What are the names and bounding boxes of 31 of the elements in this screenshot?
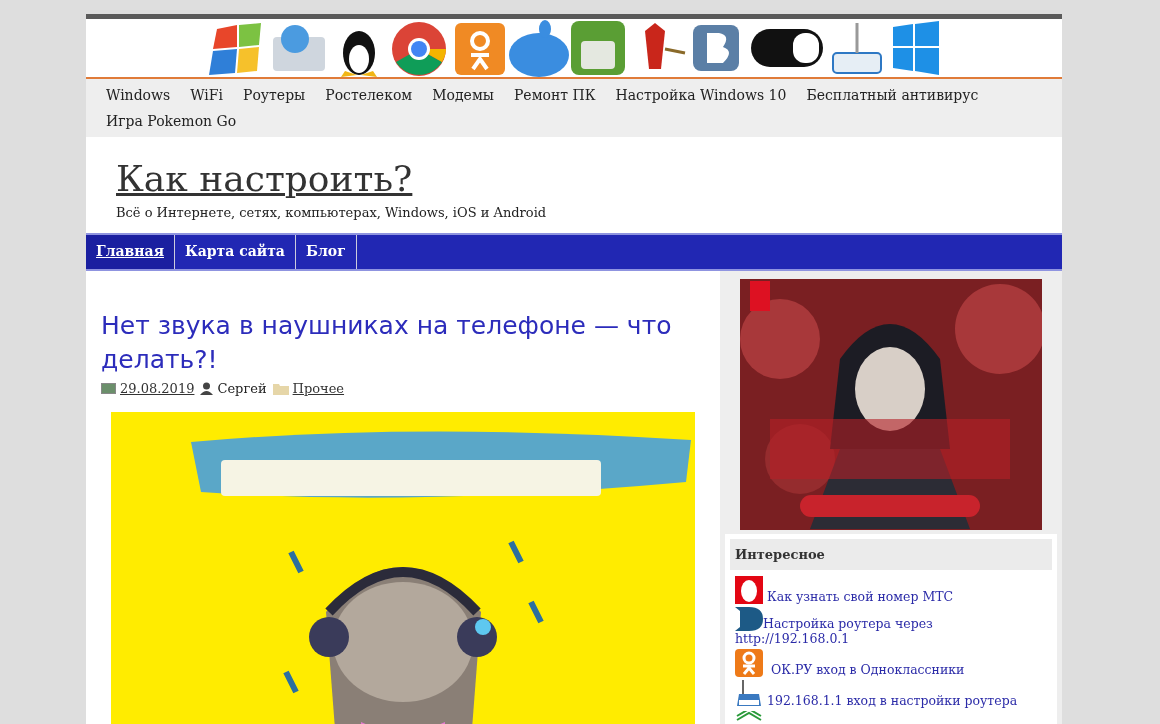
widget-link[interactable]: Настройка роутера через http://192.168.0.1	[735, 607, 1047, 646]
router-icon	[735, 680, 763, 708]
date-link[interactable]: 29.08.2019	[120, 378, 195, 398]
menu-link[interactable]: Бесплатный антивирус	[796, 82, 989, 108]
author-name: Сергей	[217, 379, 267, 398]
stripes-icon	[735, 711, 763, 721]
egg-icon	[735, 576, 763, 604]
menu-link[interactable]: Игра Pokemon Go	[96, 108, 247, 134]
nav-tab[interactable]: Главная	[86, 234, 175, 269]
widget-link[interactable]: ОК.РУ вход в Одноклассники	[735, 649, 1047, 677]
calendar-icon	[101, 382, 116, 394]
site-tagline: Всё о Интернете, сетях, компьютерах, Windows, iOS и Android	[116, 204, 548, 222]
widget-link[interactable]: Как узнать свой номер МТС	[735, 576, 1047, 604]
menu-link[interactable]: Windows	[96, 82, 181, 108]
menu-link[interactable]: Ремонт ПК	[503, 82, 606, 108]
article-title: Нет звука в наушниках на телефоне — что делать?!	[101, 309, 673, 376]
letter-d-icon	[735, 607, 763, 631]
nav-tab[interactable]: Карта сайта	[175, 234, 296, 269]
menu-link[interactable]: Ростелеком	[315, 82, 423, 108]
user-icon	[200, 381, 214, 395]
menu-link[interactable]: Настройка Windows 10	[605, 82, 797, 108]
category-link[interactable]: Прочее	[292, 378, 345, 398]
person-icon	[735, 649, 763, 677]
site-title[interactable]: Как настроить?	[116, 157, 413, 201]
folder-icon	[272, 381, 289, 395]
menu-link[interactable]: WiFi	[180, 82, 233, 108]
menu-link[interactable]: Роутеры	[233, 82, 316, 108]
widget-link[interactable]: 192.168.1.1 вход в настройки роутера	[735, 680, 1047, 708]
widget-title: Интересное	[730, 538, 1052, 570]
menu-link[interactable]: Модемы	[422, 82, 504, 108]
nav-tab[interactable]: Блог	[295, 234, 357, 269]
